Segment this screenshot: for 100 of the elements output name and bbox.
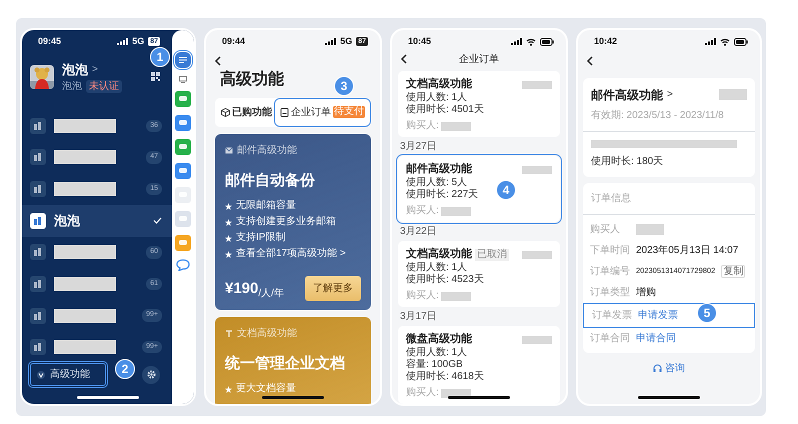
status-time: 10:42 (594, 35, 618, 48)
battery-icon (734, 38, 748, 46)
envelope-icon (225, 146, 233, 154)
status-time: 09:44 (222, 35, 246, 48)
menu-icon (179, 57, 187, 63)
star-icon (225, 386, 232, 392)
team-item[interactable]: 泡泡 (22, 204, 172, 236)
page-title: 高级功能 (220, 69, 284, 90)
order-title: 文档高级功能 (406, 77, 472, 92)
field-value: 增购 (636, 286, 656, 300)
v-icon (37, 370, 45, 378)
order-card[interactable]: 文档高级功能 使用人数: 1人 使用时长: 4501天 购买人: (398, 71, 560, 137)
building-icon (30, 118, 46, 134)
link[interactable]: 申请合同 (636, 330, 676, 346)
back-icon[interactable] (400, 54, 408, 64)
app-icon[interactable] (175, 139, 191, 155)
chevron-icon: > (667, 87, 673, 102)
signal-icon (117, 38, 128, 46)
profile-subtitle: 泡泡 (62, 80, 82, 94)
status-badge: 待支付 (333, 106, 365, 118)
order-detail: 使用时长: 4501天 (406, 104, 484, 116)
learn-more-button[interactable]: 了解更多 (305, 276, 361, 300)
star-icon (225, 218, 232, 226)
network-label: 5G (340, 35, 352, 48)
field-value: 2023年05月13日 14:07 (636, 244, 738, 258)
link[interactable]: 申请发票 (638, 308, 678, 322)
app-icon[interactable] (175, 163, 191, 179)
star-icon (225, 202, 232, 210)
order-detail: 使用时长: 4523天 (406, 274, 484, 286)
page-title: 企业订单 (459, 52, 499, 67)
copy-button[interactable]: 复制 (721, 264, 746, 278)
settings-button[interactable] (142, 366, 160, 384)
status-time: 10:45 (408, 35, 432, 48)
tab[interactable]: 企业订单 待支付 (276, 100, 369, 124)
app-icon[interactable] (175, 235, 191, 251)
back-icon[interactable] (214, 56, 222, 66)
battery-icon (540, 38, 554, 46)
redaction-bar (522, 250, 552, 258)
building-icon (30, 212, 46, 229)
consult-link[interactable]: 咨询 (653, 360, 685, 376)
signal-icon (705, 38, 716, 46)
redaction-bar (636, 224, 664, 234)
star-icon (225, 234, 232, 242)
wifi-icon (526, 38, 536, 46)
app-icon[interactable] (175, 91, 191, 107)
field-label: 订单类型 (590, 286, 630, 300)
feature-text: 查看全部17项高级功能 > (236, 246, 346, 261)
signal-icon (511, 38, 522, 46)
feature-text: 支持IP限制 (236, 230, 286, 245)
status-time: 09:45 (38, 35, 62, 48)
order-detail: 使用人数: 1人 (406, 262, 468, 274)
redaction-bar (440, 292, 471, 300)
monitor-icon (179, 76, 187, 83)
buyer-label: 购买人: (406, 120, 439, 132)
check-icon (153, 217, 162, 224)
redaction-bar (440, 206, 471, 216)
building-icon (30, 149, 46, 166)
order-card[interactable]: 微盘高级功能 使用人数: 1人 容量: 100GB 使用时长: 4618天 购买人: (398, 326, 560, 404)
card-title: 统一管理企业文档 (225, 354, 346, 374)
team-name: 泡泡 (54, 212, 80, 230)
advanced-features-button[interactable]: 高级功能 (30, 363, 106, 386)
field-label: 订单发票 (592, 308, 632, 322)
redaction-bar (522, 336, 552, 344)
order-title: 文档高级功能 (406, 247, 472, 262)
redaction-bar (440, 388, 471, 398)
redaction-bar (54, 276, 116, 291)
menu-button[interactable] (175, 52, 191, 68)
order-detail: 使用人数: 5人 (406, 177, 468, 188)
profile-name: 泡泡 (62, 60, 88, 78)
step-badge: 1 (150, 47, 170, 67)
card-category: 邮件高级功能 (237, 144, 297, 158)
chat-icon[interactable] (176, 259, 190, 271)
document-icon (225, 330, 233, 336)
field-label: 订单编号 (590, 264, 630, 278)
buyer-label: 购买人: (406, 205, 439, 217)
buyer-label: 购买人: (406, 290, 439, 302)
headset-icon (653, 364, 662, 372)
redaction-bar (719, 89, 747, 100)
wifi-icon (720, 38, 730, 46)
building-icon (30, 308, 46, 324)
qr-code-icon[interactable] (151, 72, 160, 82)
order-detail: 使用时长: 4618天 (406, 371, 484, 383)
feature-text: 更大文档容量 (236, 382, 296, 396)
star-icon (225, 250, 232, 258)
status-tag: 已取消 (475, 248, 509, 260)
order-title: 微盘高级功能 (406, 332, 472, 347)
building-icon (30, 276, 46, 292)
signal-icon (325, 38, 336, 46)
order-detail: 容量: 100GB (406, 359, 463, 370)
buyer-label: 购买人: (406, 387, 439, 399)
section-heading: 订单信息 (583, 182, 755, 214)
redaction-bar (522, 166, 552, 174)
feature-text: 无限邮箱容量 (236, 198, 296, 213)
app-icon[interactable] (175, 115, 191, 131)
order-card[interactable]: 文档高级功能 已取消 使用人数: 1人 使用时长: 4523天 购买人: (398, 241, 560, 307)
document-icon (280, 108, 289, 116)
redaction-bar (54, 308, 116, 323)
redaction-bar (440, 122, 471, 130)
back-icon[interactable] (586, 56, 594, 66)
network-label: 5G (132, 35, 144, 48)
